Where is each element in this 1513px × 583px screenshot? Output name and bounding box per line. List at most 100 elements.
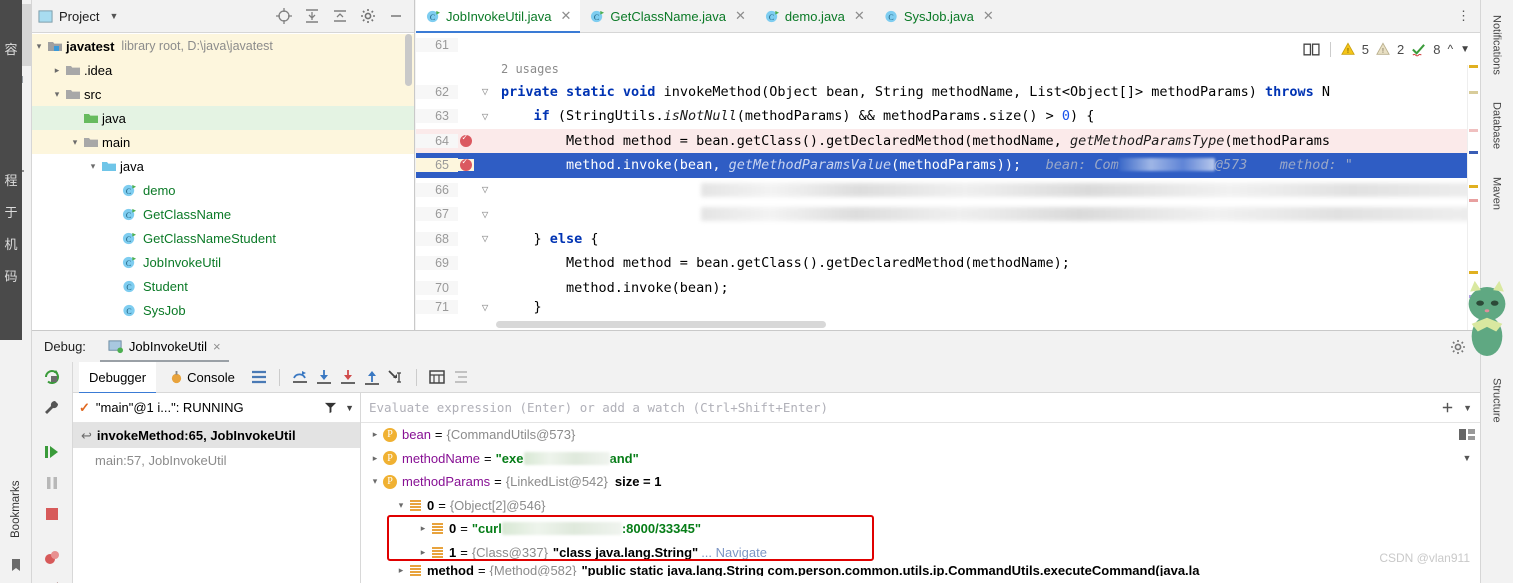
- expand-all-icon[interactable]: [304, 8, 320, 24]
- chevron-right-icon[interactable]: ▸: [367, 453, 383, 464]
- tab-demo[interactable]: C demo.java ✕: [755, 0, 874, 32]
- locate-icon[interactable]: [276, 8, 292, 24]
- code-editor[interactable]: 61 2 usages 62 ▽ private static void inv…: [416, 33, 1480, 330]
- code-line[interactable]: 62 ▽ private static void invokeMethod(Ob…: [416, 80, 1480, 105]
- chevron-right-icon[interactable]: ▸: [415, 547, 431, 558]
- tab-getclassname[interactable]: C GetClassName.java ✕: [580, 0, 755, 32]
- fold-icon[interactable]: ▽: [474, 208, 496, 221]
- evaluate-expression-bar[interactable]: Evaluate expression (Enter) or add a wat…: [361, 393, 1480, 423]
- sidebar-item-structure[interactable]: Structure: [1480, 368, 1513, 432]
- chevron-down-icon[interactable]: ▾: [32, 41, 46, 52]
- project-tree-scrollbar[interactable]: [405, 34, 412, 86]
- variable-row-curl[interactable]: ▸ 0 = "curl :8000/33345": [361, 517, 1480, 541]
- debug-session-tab[interactable]: JobInvokeUtil ×: [99, 331, 229, 362]
- close-icon[interactable]: ✕: [854, 8, 865, 24]
- layout-settings-icon[interactable]: [249, 367, 269, 387]
- code-line[interactable]: 64 Method method = bean.getClass().getDe…: [416, 128, 1480, 153]
- close-icon[interactable]: ✕: [983, 8, 994, 24]
- chevron-down-icon[interactable]: ▼: [1458, 453, 1476, 463]
- close-icon[interactable]: ✕: [735, 8, 746, 24]
- evaluate-input-placeholder[interactable]: Evaluate expression (Enter) or add a wat…: [369, 400, 1440, 415]
- chevron-up-icon[interactable]: ^: [1447, 42, 1453, 56]
- hide-panel-icon[interactable]: [388, 8, 404, 24]
- run-to-cursor-icon[interactable]: [386, 367, 406, 387]
- filter-icon[interactable]: [324, 401, 337, 414]
- breakpoint-icon[interactable]: [458, 133, 474, 147]
- code-line[interactable]: 67 ▽: [416, 202, 1480, 227]
- settings-gear-icon[interactable]: [360, 8, 376, 24]
- sidebar-item-bookmarks[interactable]: Bookmarks: [0, 469, 32, 549]
- tab-console[interactable]: Console: [160, 362, 245, 393]
- chevron-down-icon[interactable]: ▼: [345, 403, 354, 413]
- variable-row-methodname[interactable]: ▸ P methodName = "exe and": [361, 447, 1480, 471]
- variable-row-element-0[interactable]: ▾ 0 = {Object[2]@546}: [361, 494, 1480, 518]
- frame-row-main[interactable]: main:57, JobInvokeUtil: [73, 448, 360, 473]
- variable-row-bean[interactable]: ▸ P bean = {CommandUtils@573}: [361, 423, 1480, 447]
- tree-item-java-package[interactable]: ▾ java: [32, 154, 414, 178]
- show-types-icon[interactable]: [451, 367, 471, 387]
- variable-row-methodparams[interactable]: ▾ P methodParams = {LinkedList@542} size…: [361, 470, 1480, 494]
- navigate-link[interactable]: ... Navigate: [701, 545, 767, 560]
- fold-icon[interactable]: ▽: [474, 232, 496, 245]
- chevron-down-icon[interactable]: ▾: [393, 500, 409, 511]
- code-line[interactable]: 70 method.invoke(bean);: [416, 276, 1480, 301]
- chevron-right-icon[interactable]: ▸: [415, 523, 431, 534]
- chevron-down-icon[interactable]: ▼: [1460, 44, 1470, 55]
- settings-wrench-icon[interactable]: [43, 399, 61, 417]
- tree-item-java-sources[interactable]: java: [32, 106, 414, 130]
- evaluate-expression-icon[interactable]: [427, 367, 447, 387]
- chevron-right-icon[interactable]: ▸: [393, 565, 409, 576]
- tab-sysjob[interactable]: C SysJob.java ✕: [874, 0, 1003, 32]
- tree-item-getclassnamestudent[interactable]: C GetClassNameStudent: [32, 226, 414, 250]
- resume-program-icon[interactable]: [43, 443, 61, 461]
- force-step-into-icon[interactable]: [338, 367, 358, 387]
- marker-warning[interactable]: [1469, 65, 1478, 68]
- editor-tabs-more-icon[interactable]: ⋮: [1447, 0, 1480, 32]
- sidebar-item-maven[interactable]: Maven: [1480, 168, 1513, 220]
- breakpoint-icon[interactable]: [458, 157, 474, 172]
- tree-item-src[interactable]: ▾ src: [32, 82, 414, 106]
- sidebar-item-notifications[interactable]: Notifications: [1480, 6, 1513, 84]
- marker-error[interactable]: [1469, 199, 1478, 202]
- chevron-down-icon[interactable]: ▾: [50, 89, 64, 100]
- step-out-icon[interactable]: [362, 367, 382, 387]
- fold-icon[interactable]: ▽: [474, 85, 496, 98]
- step-into-icon[interactable]: [314, 367, 334, 387]
- code-line[interactable]: 71 ▽ }: [416, 300, 1480, 314]
- thread-selector[interactable]: ✓ "main"@1 i...": RUNNING ▼: [73, 393, 360, 423]
- code-line[interactable]: 68 ▽ } else {: [416, 227, 1480, 252]
- editor-horizontal-scrollbar[interactable]: [496, 321, 826, 328]
- add-watch-icon[interactable]: [1440, 400, 1455, 415]
- marker-weak-warning[interactable]: [1469, 91, 1478, 94]
- chevron-down-icon[interactable]: ▾: [367, 476, 383, 487]
- variables-tree[interactable]: ▸ P bean = {CommandUtils@573} ▸ P method…: [361, 423, 1480, 576]
- book-icon[interactable]: [1303, 41, 1320, 58]
- fold-icon[interactable]: ▽: [474, 110, 496, 123]
- step-over-icon[interactable]: [290, 367, 310, 387]
- tree-item-sysjob[interactable]: C SysJob: [32, 298, 414, 322]
- close-icon[interactable]: ×: [213, 339, 221, 354]
- chevron-down-icon[interactable]: ▼: [109, 11, 118, 21]
- pause-program-icon[interactable]: [43, 474, 61, 492]
- frame-row-invokemethod[interactable]: ↩ invokeMethod:65, JobInvokeUtil: [73, 423, 360, 448]
- tree-item-jobinvokeutil[interactable]: C JobInvokeUtil: [32, 250, 414, 274]
- tree-item-main[interactable]: ▾ main: [32, 130, 414, 154]
- fold-icon[interactable]: ▽: [474, 301, 496, 314]
- chevron-right-icon[interactable]: ▸: [50, 65, 64, 76]
- marker-warning[interactable]: [1469, 271, 1478, 274]
- fold-icon[interactable]: ▽: [474, 183, 496, 196]
- marker-current-line[interactable]: [1469, 151, 1478, 154]
- project-tree[interactable]: ▾ javatest library root, D:\java\javates…: [32, 33, 414, 329]
- chevron-down-icon[interactable]: ▾: [86, 161, 100, 172]
- variable-row-method[interactable]: ▸ method = {Method@582} "public static j…: [361, 564, 1480, 576]
- chevron-down-icon[interactable]: ▾: [68, 137, 82, 148]
- tree-item-student[interactable]: C Student: [32, 274, 414, 298]
- tree-item-javatest[interactable]: ▾ javatest library root, D:\java\javates…: [32, 34, 414, 58]
- variable-row-class[interactable]: ▸ 1 = {Class@337} "class java.lang.Strin…: [361, 541, 1480, 565]
- mute-breakpoints-icon[interactable]: [43, 549, 61, 567]
- marker-warning[interactable]: [1469, 185, 1478, 188]
- tab-jobinvokeutil[interactable]: C JobInvokeUtil.java ✕: [416, 0, 581, 33]
- stop-icon[interactable]: [43, 505, 61, 523]
- collapse-all-icon[interactable]: [332, 8, 348, 24]
- code-line[interactable]: 63 ▽ if (StringUtils.isNotNull(methodPar…: [416, 104, 1480, 129]
